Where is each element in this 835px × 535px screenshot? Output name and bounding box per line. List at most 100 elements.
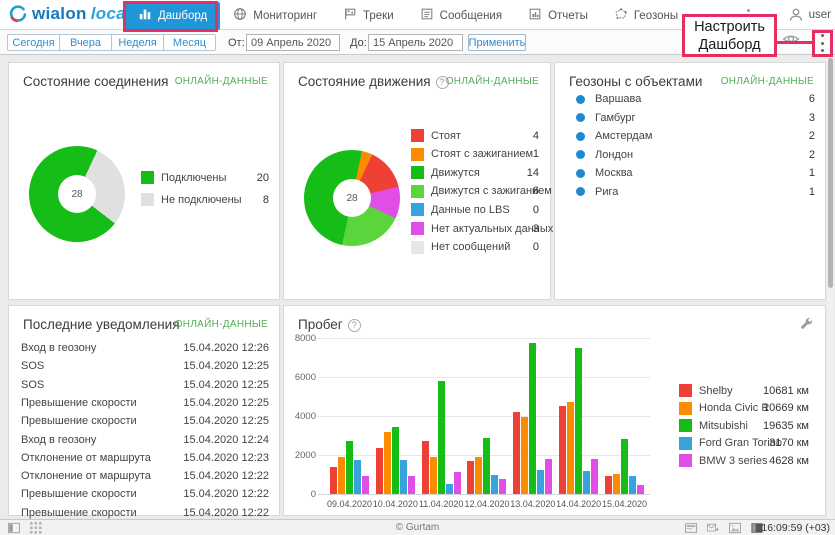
bar-mitsubishi (346, 441, 353, 494)
x-axis-label: 15.04.2020 (602, 499, 647, 509)
tab-мониторинг[interactable]: Мониторинг (220, 2, 330, 30)
movement-donut-chart: 28 (304, 150, 400, 246)
bar-group: 14.04.2020 (559, 338, 598, 494)
legend-color-swatch (411, 222, 424, 235)
notification-time: 15.04.2020 12:23 (183, 452, 269, 464)
range-button-вчера[interactable]: Вчера (59, 34, 112, 51)
chart-legend-item: Shelby10681 км (679, 382, 809, 400)
wrench-icon (799, 317, 813, 331)
bar-ford-gran-torino (629, 476, 636, 495)
help-icon[interactable]: ? (348, 319, 361, 332)
legend-color-swatch (411, 241, 424, 254)
bar-ford-gran-torino (400, 460, 407, 494)
chart-settings-button[interactable] (799, 317, 813, 331)
legend-color-swatch (411, 203, 424, 216)
bar-mitsubishi (575, 348, 582, 494)
notification-row: Превышение скорости15.04.2020 12:22 (21, 488, 269, 500)
mail-forward-icon[interactable] (707, 522, 719, 534)
chart-legend-item: Mitsubishi 19635 км (679, 417, 809, 435)
range-button-сегодня[interactable]: Сегодня (7, 34, 60, 51)
scrollbar-thumb[interactable] (828, 58, 833, 288)
geofence-name: Амстердам (595, 130, 652, 142)
y-axis-tick-label: 0 (286, 489, 316, 500)
card-icon[interactable] (685, 522, 697, 534)
legend-color-swatch (141, 193, 154, 206)
tab-label: Треки (363, 10, 394, 22)
visibility-toggle-button[interactable] (782, 31, 800, 47)
to-date-input[interactable] (368, 34, 463, 51)
geofence-name: Гамбург (595, 112, 635, 124)
geofence-count: 1 (809, 186, 815, 198)
from-label: От: (228, 37, 245, 49)
y-axis-tick-label: 8000 (286, 333, 316, 344)
legend-color-swatch (679, 419, 692, 432)
notification-row: Превышение скорости15.04.2020 12:22 (21, 507, 269, 519)
x-axis-label: 11.04.2020 (419, 499, 463, 509)
bar-honda-civic-r (567, 402, 574, 494)
from-date-input[interactable] (246, 34, 340, 51)
chart-legend-item: Honda Civic R10669 км (679, 400, 809, 418)
image-icon[interactable] (729, 522, 741, 534)
notifications-panel: Последние уведомления ОНЛАЙН-ДАННЫЕ Вход… (8, 305, 280, 516)
bar-group: 13.04.2020 (513, 338, 552, 494)
bar-bmw-3-series (408, 476, 415, 495)
x-axis-label: 12.04.2020 (464, 499, 509, 509)
tab-отчеты[interactable]: Отчеты (515, 2, 601, 30)
tab-треки[interactable]: Треки (330, 2, 407, 30)
kebab-dot (821, 49, 824, 52)
bar-bmw-3-series (545, 459, 552, 494)
notification-time: 15.04.2020 12:25 (183, 360, 269, 372)
bar-shelby (467, 461, 474, 494)
bar-honda-civic-r (384, 432, 391, 494)
bar-group: 09.04.2020 (330, 338, 369, 494)
bar-mitsubishi (438, 381, 445, 494)
tab-геозоны[interactable]: Геозоны (601, 2, 691, 30)
legend-label: Данные по LBS (431, 204, 510, 216)
range-button-неделя[interactable]: Неделя (111, 34, 164, 51)
legend-color-swatch (679, 437, 692, 450)
series-name: Mitsubishi (699, 420, 748, 432)
legend-label: Не подключены (161, 194, 242, 206)
flag-icon (343, 7, 357, 24)
notification-type: Вход в геозону (21, 434, 96, 446)
legend-color-swatch (411, 185, 424, 198)
notification-row: Отклонение от маршрута15.04.2020 12:22 (21, 470, 269, 482)
report-icon (528, 7, 542, 24)
donut-total: 28 (333, 179, 371, 217)
range-button-месяц[interactable]: Месяц (163, 34, 216, 51)
bar-ford-gran-torino (537, 470, 544, 494)
bar-mitsubishi (483, 438, 490, 495)
legend-label: Стоят (431, 130, 461, 142)
geofence-count: 2 (809, 130, 815, 142)
bar-bmw-3-series (454, 472, 461, 494)
tab-сообщения[interactable]: Сообщения (407, 2, 515, 30)
bar-honda-civic-r (613, 474, 620, 495)
chart-legend-item: Ford Gran Torino3170 км (679, 435, 809, 453)
mileage-panel: Пробег? 0200040006000800009.04.202010.04… (283, 305, 826, 516)
bar-shelby (376, 448, 383, 494)
user-menu[interactable]: user (788, 0, 831, 30)
geofence-dot-icon (576, 169, 585, 178)
vertical-scrollbar[interactable] (827, 55, 834, 519)
notification-row: Превышение скорости15.04.2020 12:25 (21, 415, 269, 427)
notification-type: Отклонение от маршрута (21, 452, 151, 464)
mileage-bar-chart: 0200040006000800009.04.202010.04.202011.… (326, 338, 648, 494)
bar-bmw-3-series (591, 459, 598, 494)
y-axis-tick-label: 2000 (286, 450, 316, 461)
legend-item: Нет актуальных данных3 (411, 222, 539, 235)
tab-label: Сообщения (440, 10, 502, 22)
dashboard-settings-button[interactable] (817, 34, 827, 52)
legend-item: Данные по LBS0 (411, 203, 539, 216)
bar-bmw-3-series (362, 476, 369, 495)
geofence-dot-icon (576, 187, 585, 196)
online-data-badge: ОНЛАЙН-ДАННЫЕ (446, 76, 539, 87)
geofence-list-item: Варшава6 (576, 93, 815, 105)
geofence-count: 2 (809, 149, 815, 161)
legend-value: 4 (533, 130, 539, 142)
series-total: 19635 км (763, 420, 809, 432)
apply-button[interactable]: Применить (468, 34, 526, 51)
tab-label: Мониторинг (253, 10, 317, 22)
legend-value: 14 (527, 167, 539, 179)
notification-type: Вход в геозону (21, 342, 96, 354)
legend-value: 20 (257, 172, 269, 184)
